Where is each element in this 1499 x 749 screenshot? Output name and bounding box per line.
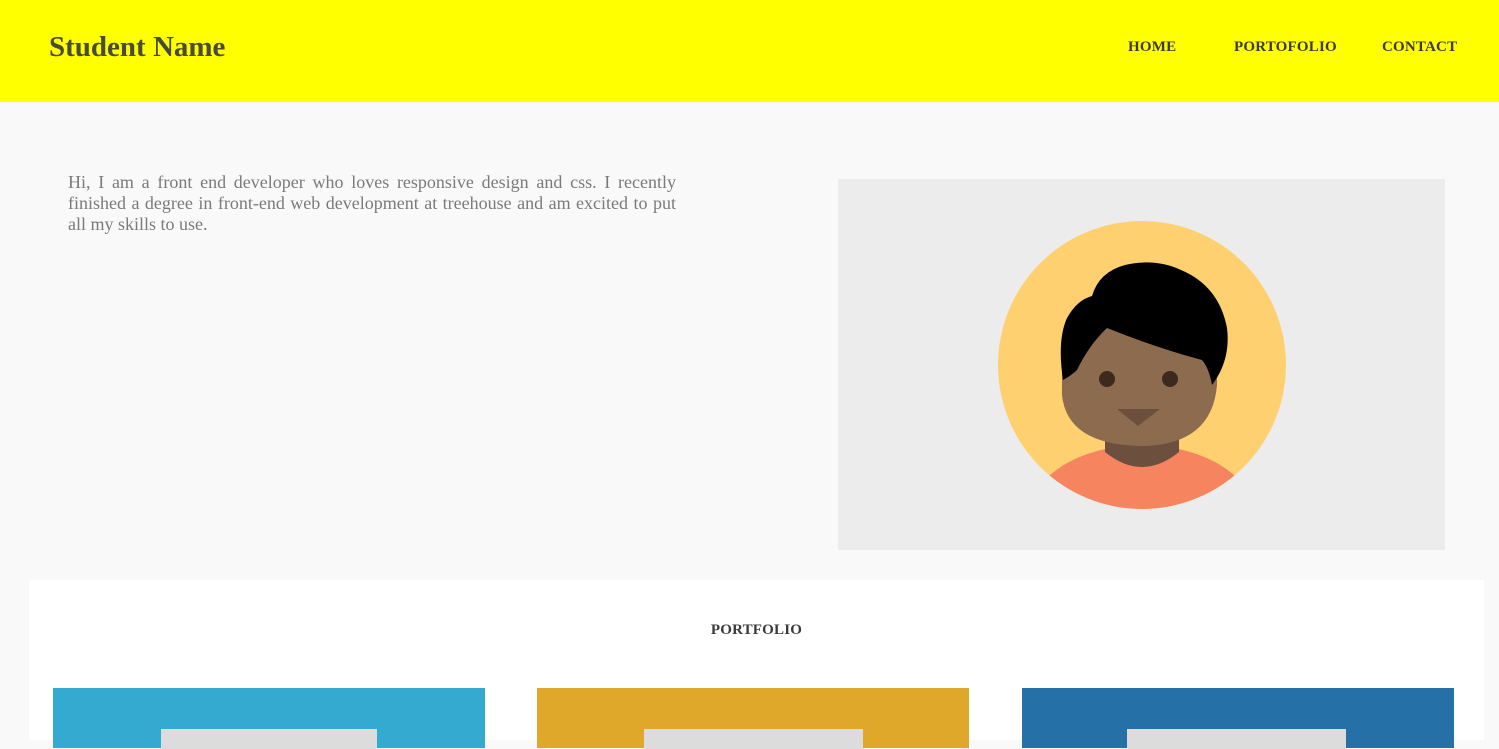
portfolio-card-2[interactable] bbox=[537, 688, 969, 749]
nav-portfolio-link[interactable]: PORTOFOLIO bbox=[1234, 38, 1337, 56]
avatar-illustration bbox=[998, 221, 1286, 509]
portfolio-title: PORTFOLIO bbox=[710, 622, 803, 638]
portfolio-section: PORTFOLIO bbox=[29, 580, 1484, 749]
avatar-right-eye bbox=[1162, 371, 1178, 387]
portfolio-card-2-thumbnail bbox=[644, 729, 863, 749]
nav-contact-link[interactable]: CONTACT bbox=[1382, 38, 1457, 56]
portfolio-card-1-thumbnail bbox=[161, 729, 377, 749]
site-brand[interactable]: Student Name bbox=[49, 30, 225, 64]
nav-home-link[interactable]: HOME bbox=[1128, 38, 1176, 56]
site-header: Student Name HOME PORTOFOLIO CONTACT bbox=[0, 0, 1499, 102]
intro-text: Hi, I am a front end developer who loves… bbox=[68, 172, 676, 234]
portfolio-card-3-thumbnail bbox=[1127, 729, 1346, 749]
portfolio-card-1[interactable] bbox=[53, 688, 485, 749]
portfolio-card-3[interactable] bbox=[1022, 688, 1454, 749]
avatar-panel bbox=[838, 179, 1445, 550]
avatar-left-eye bbox=[1099, 371, 1115, 387]
